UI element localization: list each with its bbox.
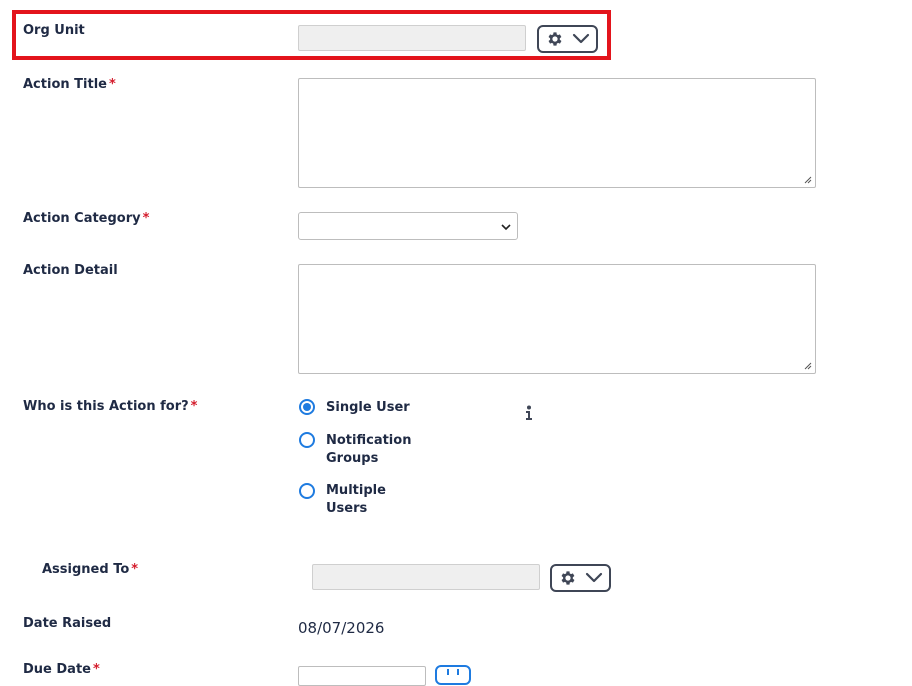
radio-notification-groups-label[interactable]: Notification Groups <box>326 432 411 468</box>
due-date-calendar-button[interactable] <box>435 665 471 685</box>
assigned-to-label: Assigned To * <box>42 562 139 577</box>
radio-multiple-users-label[interactable]: Multiple Users <box>326 482 386 518</box>
org-unit-picker-button[interactable] <box>537 25 598 53</box>
action-title-textarea[interactable] <box>298 78 816 188</box>
assigned-to-picker-button[interactable] <box>550 564 611 592</box>
who-for-label: Who is this Action for? * <box>23 399 198 414</box>
action-detail-textarea[interactable] <box>298 264 816 374</box>
org-unit-label: Org Unit <box>23 23 85 38</box>
chevron-down-icon <box>585 572 602 583</box>
action-title-label: Action Title * <box>23 77 116 92</box>
info-icon[interactable] <box>525 405 533 421</box>
action-category-select[interactable] <box>298 212 518 240</box>
resize-grip-icon[interactable] <box>804 362 812 370</box>
gear-icon <box>548 32 561 46</box>
radio-single-user-label[interactable]: Single User <box>326 399 410 417</box>
gear-icon <box>561 571 574 585</box>
due-date-input[interactable] <box>298 666 426 686</box>
date-raised-value: 08/07/2026 <box>298 619 385 637</box>
due-date-label: Due Date * <box>23 662 100 677</box>
org-unit-input[interactable] <box>298 25 526 51</box>
action-category-label: Action Category * <box>23 211 150 226</box>
radio-notification-groups[interactable] <box>299 432 315 448</box>
chevron-down-icon <box>572 33 589 44</box>
action-detail-label: Action Detail <box>23 263 118 278</box>
resize-grip-icon[interactable] <box>804 176 812 184</box>
assigned-to-input[interactable] <box>312 564 540 590</box>
calendar-icon <box>447 669 459 675</box>
radio-single-user[interactable] <box>299 399 315 415</box>
date-raised-label: Date Raised <box>23 616 112 631</box>
radio-multiple-users[interactable] <box>299 483 315 499</box>
chevron-down-icon <box>501 224 511 231</box>
